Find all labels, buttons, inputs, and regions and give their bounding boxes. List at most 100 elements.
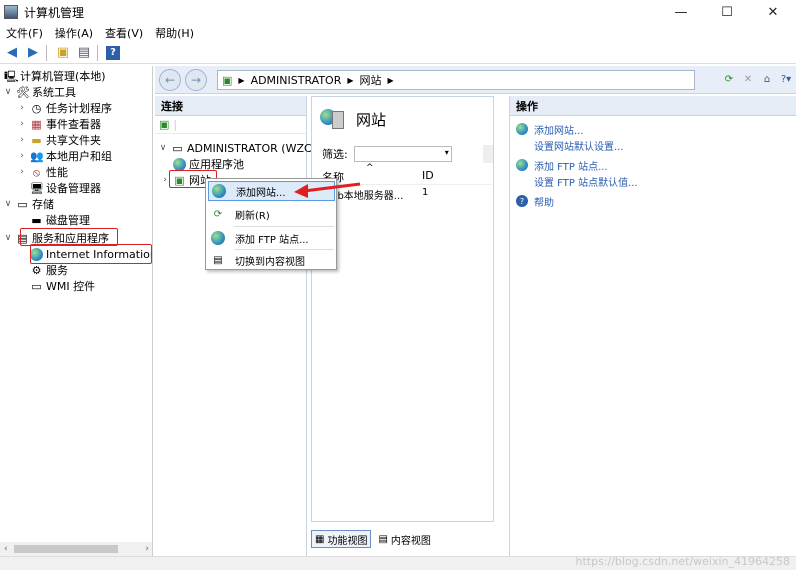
event-log-icon: ▦: [31, 117, 42, 131]
tree-item-services[interactable]: ⚙ 服务: [28, 262, 68, 278]
iis-manager: ← → ▣ ▶ ADMINISTRATOR ▶ 网站 ▶ ⟳ ✕ ⌂ ?▾ 连接…: [155, 66, 796, 556]
menu-item-switch-content[interactable]: ▤ 切换到内容视图: [208, 250, 335, 270]
tree-horizontal-scrollbar[interactable]: ‹ ›: [0, 542, 152, 556]
actions-pane: 操作 添加网站... 设置网站默认设置... 添加 FTP 站点... 设置 F…: [509, 96, 796, 556]
menu-item-label: 切换到内容视图: [235, 256, 305, 268]
content-view-icon: ▤: [378, 533, 388, 545]
tree-item-local-users[interactable]: › 👥 本地用户和组: [16, 148, 112, 164]
chevron-right-icon[interactable]: ›: [16, 103, 28, 113]
menu-item-add-ftp[interactable]: 添加 FTP 站点...: [208, 228, 335, 248]
content-scroll-button[interactable]: [483, 145, 493, 163]
computer-management-icon: [4, 5, 18, 19]
actions-header: 操作: [510, 96, 796, 116]
path-segment-sites[interactable]: 网站: [360, 72, 382, 88]
back-nav-icon[interactable]: ←: [159, 68, 181, 91]
connections-header: 连接: [155, 96, 306, 116]
chevron-down-icon[interactable]: ∨: [2, 233, 14, 243]
conn-server[interactable]: ∨ ▭ ADMINISTRATOR (WZC\wz: [157, 140, 330, 156]
forward-arrow-icon[interactable]: ▶: [24, 44, 42, 62]
path-separator-icon: ▶: [347, 75, 354, 85]
address-path[interactable]: ▣ ▶ ADMINISTRATOR ▶ 网站 ▶: [217, 70, 695, 90]
tree-label: 设备管理器: [46, 182, 101, 195]
view-tabs: ▦ 功能视图 ▤ 内容视图: [311, 528, 434, 550]
features-view-icon: ▦: [315, 533, 325, 545]
chevron-right-icon[interactable]: ›: [16, 135, 28, 145]
filter-row: 筛选: ▾: [322, 145, 492, 163]
column-id[interactable]: ID: [422, 169, 434, 182]
action-add-ftp[interactable]: 添加 FTP 站点...: [516, 158, 608, 173]
stop-icon[interactable]: ✕: [740, 71, 756, 87]
show-hide-tree-icon[interactable]: ▤: [75, 44, 93, 62]
action-label: 添加网站...: [534, 125, 584, 137]
new-connection-icon[interactable]: ▣: [159, 118, 169, 131]
watermark: https://blog.csdn.net/weixin_41964258: [575, 555, 790, 568]
tree-item-wmi[interactable]: ▭ WMI 控件: [28, 278, 95, 294]
up-folder-icon[interactable]: ▣: [54, 44, 72, 62]
help-dropdown-icon[interactable]: ?▾: [778, 71, 794, 87]
window-title: 计算机管理: [24, 5, 85, 20]
globe-add-icon: [516, 123, 528, 135]
tree-label: 本地用户和组: [46, 150, 112, 163]
scroll-right-icon[interactable]: ›: [145, 544, 149, 554]
menu-item-label: 添加网站...: [236, 187, 286, 199]
tab-features-view[interactable]: ▦ 功能视图: [311, 530, 372, 548]
action-label: 帮助: [534, 197, 554, 209]
minimize-button[interactable]: —: [658, 0, 704, 24]
path-separator-icon: ▶: [238, 75, 245, 85]
chevron-down-icon[interactable]: ∨: [157, 143, 169, 153]
menu-view[interactable]: 查看(V): [99, 25, 149, 41]
menu-separator: [234, 226, 334, 227]
tree-item-performance[interactable]: › ⦸ 性能: [16, 164, 68, 180]
menu-file[interactable]: 文件(F): [0, 25, 49, 41]
forward-nav-icon[interactable]: →: [185, 68, 207, 91]
menu-action[interactable]: 操作(A): [49, 25, 99, 41]
chevron-down-icon[interactable]: ∨: [2, 199, 14, 209]
content-view-icon: ▤: [213, 254, 223, 266]
tree-label: 存储: [32, 198, 54, 211]
tree-label: 共享文件夹: [46, 134, 101, 147]
tree-item-root[interactable]: 🖳 计算机管理(本地): [2, 68, 106, 84]
tree-item-storage[interactable]: ∨ ▭ 存储: [2, 196, 54, 212]
tab-content-view[interactable]: ▤ 内容视图: [375, 530, 433, 548]
path-segment-server[interactable]: ADMINISTRATOR: [251, 74, 342, 87]
menu-item-refresh[interactable]: ⟳ 刷新(R): [208, 204, 335, 224]
scrollbar-thumb[interactable]: [14, 545, 118, 553]
tree-item-system-tools[interactable]: ∨ 🛠 系统工具: [2, 84, 76, 100]
connections-toolbar: ▣ |: [155, 116, 306, 134]
tree-item-task-scheduler[interactable]: › ◷ 任务计划程序: [16, 100, 112, 116]
tree-label: ADMINISTRATOR (WZC\wz: [187, 141, 331, 155]
action-site-defaults[interactable]: 设置网站默认设置...: [534, 138, 624, 153]
tab-label: 功能视图: [327, 535, 368, 547]
tree-item-disk-management[interactable]: ▬ 磁盘管理: [28, 212, 90, 228]
menu-item-label: 添加 FTP 站点...: [235, 234, 309, 246]
scroll-left-icon[interactable]: ‹: [4, 544, 8, 554]
maximize-button[interactable]: ☐: [704, 0, 750, 24]
tree-item-device-manager[interactable]: 🖥 设备管理器: [28, 180, 101, 196]
action-label: 设置网站默认设置...: [534, 141, 624, 153]
chevron-right-icon[interactable]: ›: [16, 167, 28, 177]
tree-label: 事件查看器: [46, 118, 101, 131]
chevron-right-icon[interactable]: ›: [16, 119, 28, 129]
annotation-arrow-icon: [294, 182, 361, 198]
refresh-icon[interactable]: ⟳: [721, 71, 737, 87]
toolbar-separator: |: [173, 118, 178, 131]
tree-item-event-viewer[interactable]: › ▦ 事件查看器: [16, 116, 101, 132]
tree-item-shared-folders[interactable]: › ▬ 共享文件夹: [16, 132, 101, 148]
action-label: 添加 FTP 站点...: [534, 161, 608, 173]
users-icon: 👥: [30, 149, 44, 163]
close-button[interactable]: ✕: [750, 0, 796, 24]
shared-folder-icon: ▬: [31, 133, 42, 147]
chevron-right-icon[interactable]: ›: [16, 151, 28, 161]
chevron-down-icon[interactable]: ∨: [2, 87, 14, 97]
help-icon[interactable]: ?: [106, 45, 120, 60]
chevron-down-icon[interactable]: ▾: [445, 148, 449, 157]
action-ftp-defaults[interactable]: 设置 FTP 站点默认值...: [534, 174, 638, 189]
toolbar-separator: [97, 44, 98, 61]
home-icon[interactable]: ⌂: [759, 71, 775, 87]
menu-help[interactable]: 帮助(H): [149, 25, 200, 41]
action-help[interactable]: ? 帮助: [516, 194, 554, 209]
filter-input[interactable]: ▾: [353, 146, 452, 162]
action-add-site[interactable]: 添加网站...: [516, 122, 584, 137]
back-arrow-icon[interactable]: ◀: [3, 44, 21, 62]
sort-icon: ^: [366, 163, 374, 173]
